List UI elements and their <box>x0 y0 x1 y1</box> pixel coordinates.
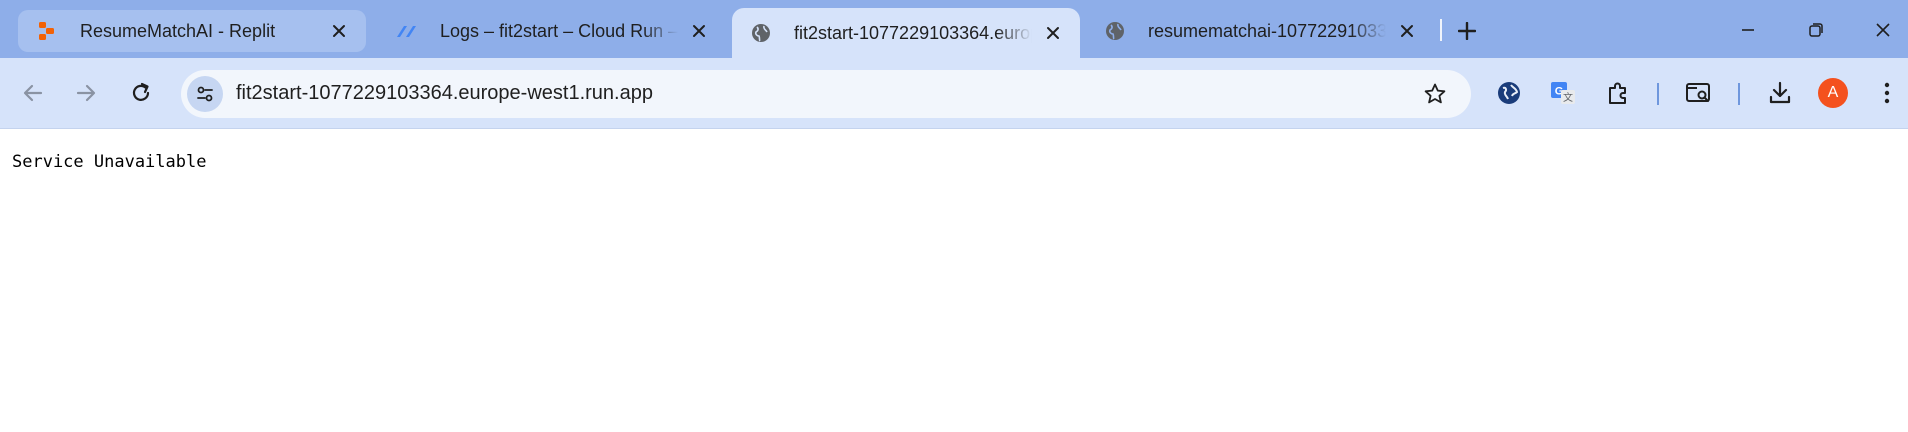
bookmark-star-icon[interactable] <box>1421 80 1449 108</box>
cloud-run-icon <box>396 20 418 42</box>
tab-title: resumematchai-1077229103364 <box>1148 20 1386 41</box>
new-tab-button[interactable] <box>1452 16 1482 46</box>
tab-resumematchai-service[interactable]: resumematchai-1077229103364 <box>1086 10 1434 52</box>
url-text[interactable]: fit2start-1077229103364.europe-west1.run… <box>236 82 653 105</box>
tab-search-icon[interactable] <box>1682 76 1716 110</box>
tab-title: fit2start-1077229103364.europe <box>794 22 1032 43</box>
back-button[interactable] <box>16 76 50 110</box>
page-content: Service Unavailable <box>0 130 1908 432</box>
close-tab-icon[interactable] <box>1394 18 1420 44</box>
globe-icon <box>1104 20 1126 42</box>
reload-button[interactable] <box>124 76 158 110</box>
extensions-puzzle-icon[interactable] <box>1601 76 1635 110</box>
tab-strip: ResumeMatchAI - Replit Logs – fit2start … <box>0 0 1908 58</box>
service-unavailable-message: Service Unavailable <box>12 152 207 172</box>
tab-separator <box>1440 19 1442 41</box>
toolbar-separator <box>1738 83 1740 105</box>
minimize-window-button[interactable] <box>1731 14 1765 46</box>
forward-button[interactable] <box>69 76 103 110</box>
world-extension-icon[interactable] <box>1492 76 1526 110</box>
address-bar[interactable]: fit2start-1077229103364.europe-west1.run… <box>181 70 1471 118</box>
tab-logs-cloud-run[interactable]: Logs – fit2start – Cloud Run – R <box>378 10 726 52</box>
close-window-button[interactable] <box>1866 14 1900 46</box>
globe-icon <box>750 22 772 44</box>
download-icon[interactable] <box>1763 76 1797 110</box>
google-translate-icon[interactable]: G文 <box>1546 76 1580 110</box>
close-tab-icon[interactable] <box>686 18 712 44</box>
tab-resumematchai-replit[interactable]: ResumeMatchAI - Replit <box>18 10 366 52</box>
profile-avatar[interactable]: A <box>1818 78 1848 108</box>
replit-icon <box>36 20 58 42</box>
tab-fit2start-active[interactable]: fit2start-1077229103364.europe <box>732 8 1080 58</box>
restore-window-button[interactable] <box>1799 14 1833 46</box>
toolbar-separator <box>1657 83 1659 105</box>
more-menu-icon[interactable] <box>1870 76 1904 110</box>
site-info-icon[interactable] <box>187 76 223 112</box>
browser-toolbar: fit2start-1077229103364.europe-west1.run… <box>0 58 1908 129</box>
svg-text:文: 文 <box>1563 91 1573 104</box>
close-tab-icon[interactable] <box>1040 20 1066 46</box>
tab-title: Logs – fit2start – Cloud Run – R <box>440 20 678 41</box>
close-tab-icon[interactable] <box>326 18 352 44</box>
tab-title: ResumeMatchAI - Replit <box>80 20 276 41</box>
